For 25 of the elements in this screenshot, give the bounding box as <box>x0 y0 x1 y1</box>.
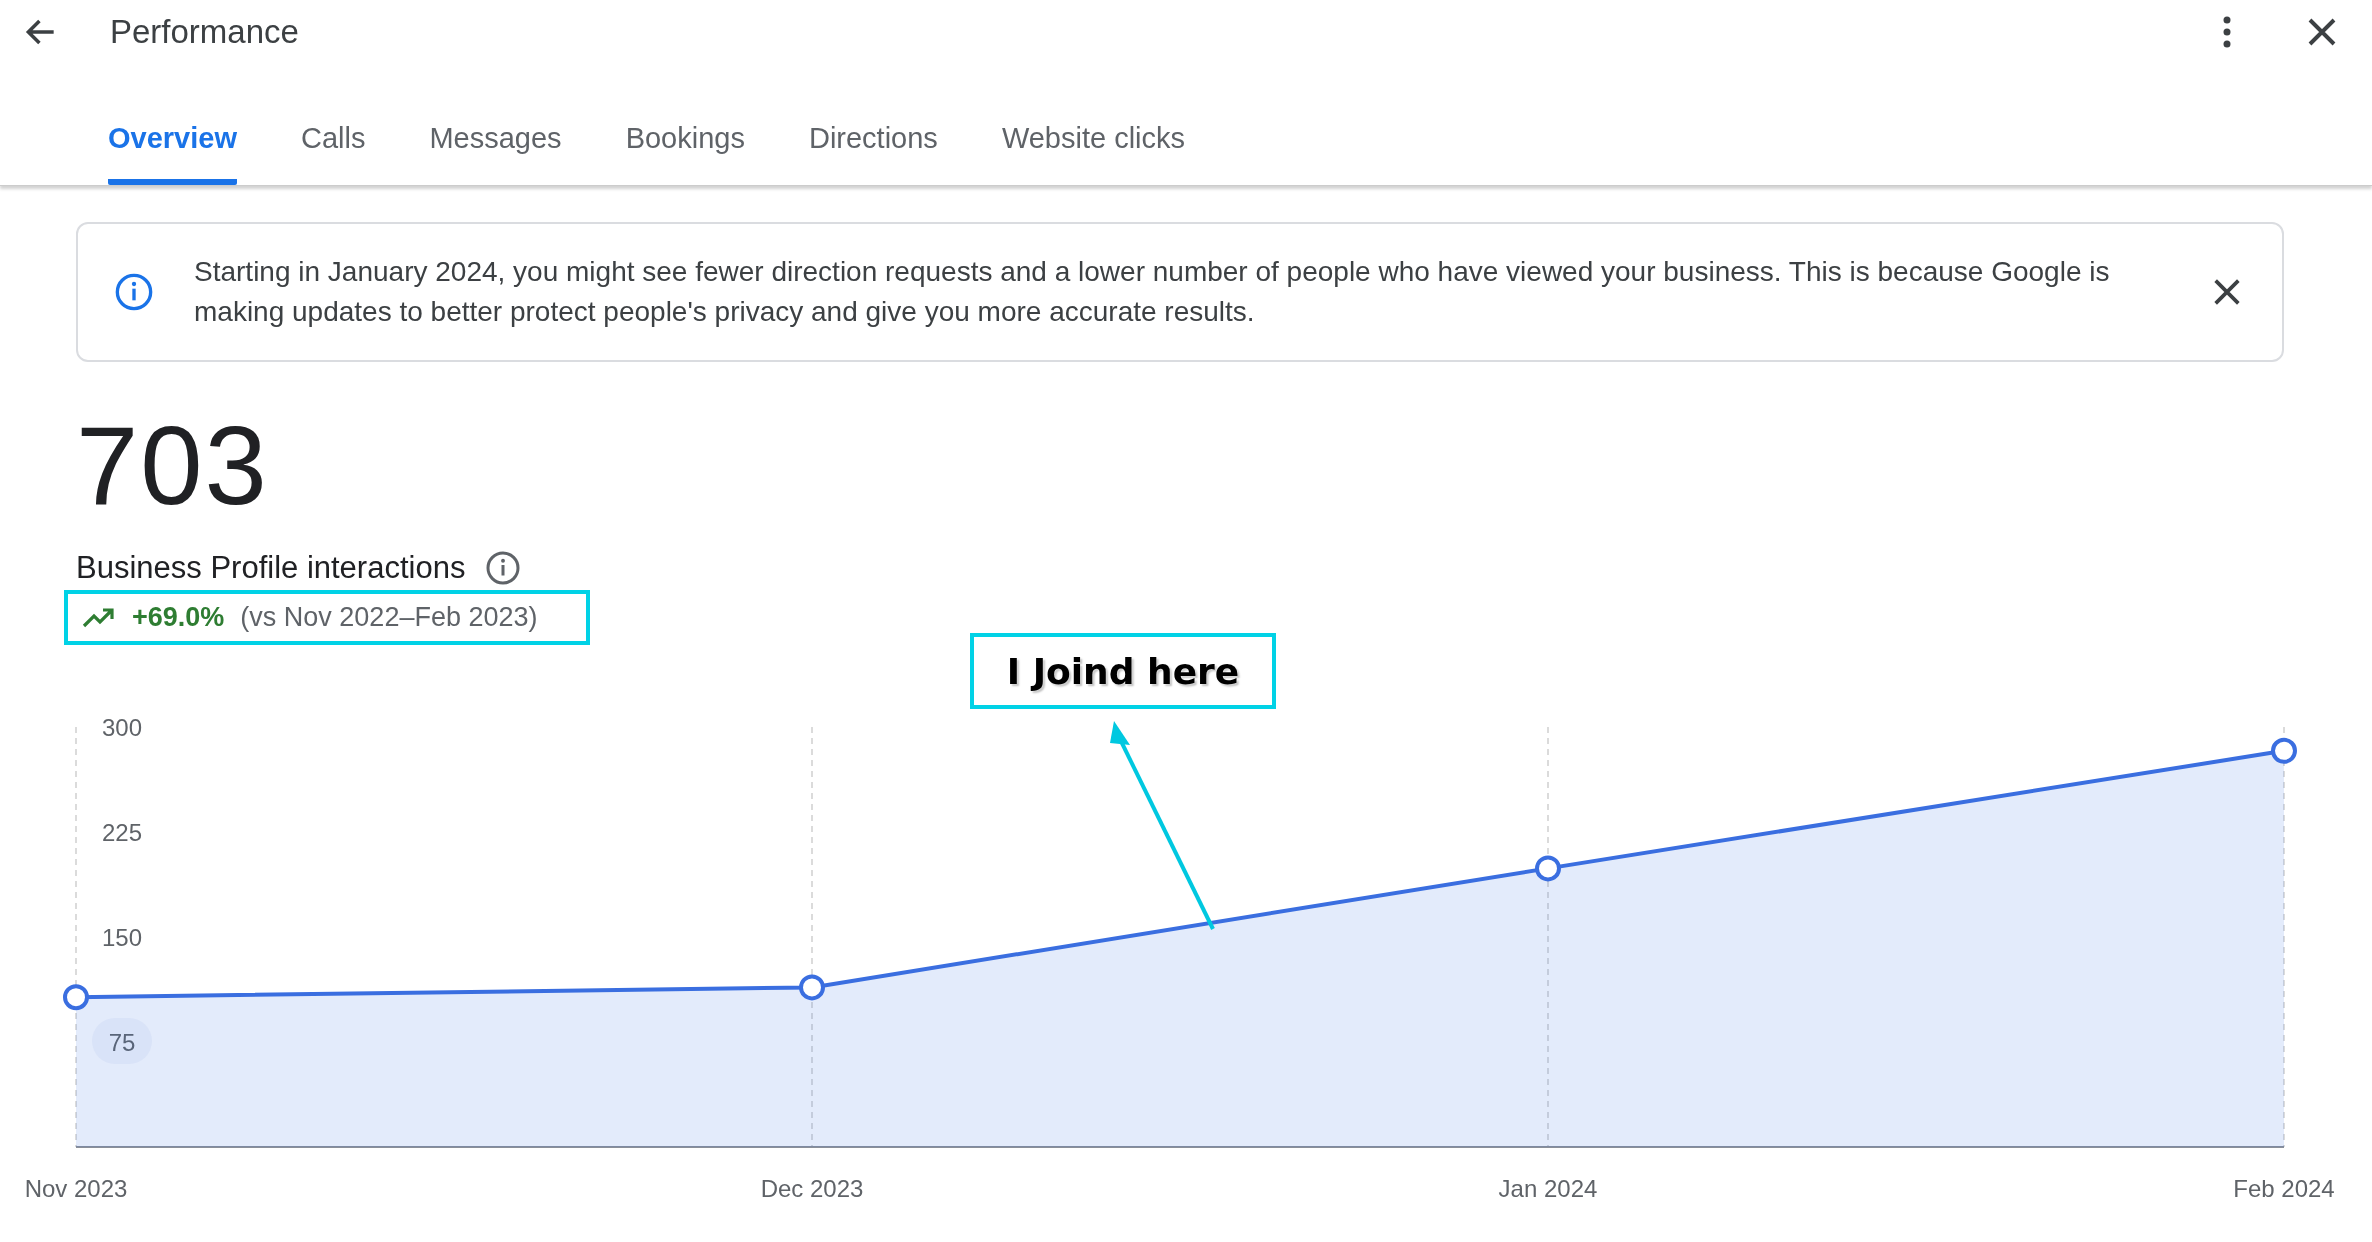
comparison-period: (vs Nov 2022–Feb 2023) <box>240 602 538 633</box>
axis-label: 300 <box>102 714 142 741</box>
axis-label: Jan 2024 <box>1498 1175 1598 1202</box>
change-value: +69.0% <box>132 602 225 633</box>
axis-label: 150 <box>102 924 142 951</box>
axis-label: Feb 2024 <box>2233 1175 2335 1202</box>
page-title: Performance <box>110 13 300 51</box>
tab[interactable]: Messages <box>429 104 562 185</box>
trending-up-icon <box>82 606 116 629</box>
notice-text: Starting in January 2024, you might see fewer direction requests and a lower number of people who have viewed your business. This is because Google is making updates to better protect people's privacy and give you more accurate results. <box>194 255 2111 329</box>
info-icon <box>114 272 154 312</box>
axis-label: Nov 2023 <box>24 1175 128 1202</box>
tab[interactable]: Directions <box>808 104 938 185</box>
axis-label: 225 <box>102 819 142 846</box>
more-options-icon <box>2222 15 2232 49</box>
metric-label: Business Profile interactions <box>76 550 466 586</box>
info-icon <box>485 550 522 586</box>
tab[interactable]: Calls <box>301 104 366 185</box>
tab[interactable]: Bookings <box>625 104 745 185</box>
axis-label: Dec 2023 <box>760 1175 864 1202</box>
tab[interactable]: Website clicks <box>1001 104 1186 185</box>
axis-label: 75 <box>108 1029 136 1056</box>
annotation-label: I Joind here <box>970 633 1276 709</box>
total-count: 703 <box>76 410 270 522</box>
tab[interactable]: Overview <box>108 104 237 185</box>
